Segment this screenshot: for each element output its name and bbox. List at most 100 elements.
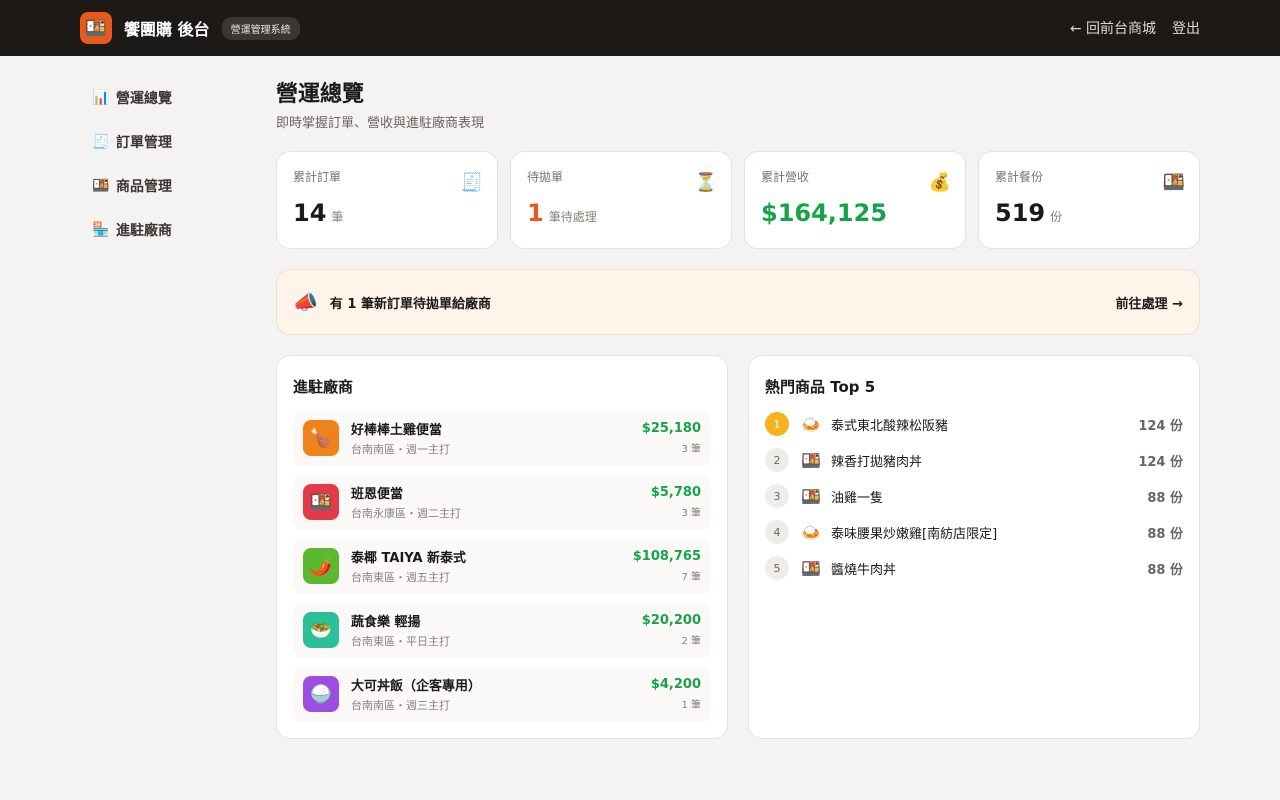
product-qty: 88 份	[1147, 526, 1183, 542]
store-icon: 🏪	[92, 222, 110, 238]
vendor-amount: $25,180	[641, 421, 701, 436]
bento-icon: 🍱	[801, 450, 821, 470]
list-item[interactable]: 5 🍱 醬燒牛肉丼 88 份	[765, 550, 1183, 586]
top-products-panel: 熱門商品 Top 5 1 🍛 泰式東北酸辣松阪豬 124 份 2 🍱 辣香打拋豬…	[748, 355, 1200, 739]
vendor-meta: 台南永康區・週二主打	[351, 507, 461, 520]
vendor-meta: 台南南區・週一主打	[351, 443, 450, 456]
list-item[interactable]: 3 🍱 油雞一隻 88 份	[765, 478, 1183, 514]
curry-icon: 🍛	[801, 522, 821, 542]
vendor-name: 好棒棒土雞便當	[351, 423, 443, 438]
rank-badge: 5	[765, 556, 789, 580]
stat-card-meals: 累計餐份 🍱 519 份	[978, 151, 1200, 249]
stat-unit: 份	[1050, 210, 1063, 224]
brand-name[interactable]: 饗團購 後台	[124, 16, 210, 40]
bento-icon: 🍱	[801, 486, 821, 506]
stat-card-revenue: 累計營收 💰 $164,125	[744, 151, 966, 249]
sidebar-item-vendors[interactable]: 🏪 進駐廠商	[80, 208, 250, 252]
sidebar-item-label: 訂單管理	[116, 135, 172, 151]
list-item[interactable]: 2 🍱 辣香打拋豬肉丼 124 份	[765, 442, 1183, 478]
stats-row: 累計訂單 🧾 14 筆 待拋單 ⏳ 1 筆待處理 累計營收 💰 $164,125	[276, 151, 1200, 249]
vendor-item[interactable]: 🍱 班恩便當 台南永康區・週二主打 $5,780 3 筆	[293, 474, 711, 530]
sidebar-item-label: 營運總覽	[116, 91, 172, 107]
stat-label: 累計訂單	[293, 170, 342, 184]
main-content: 營運總覽 即時掌握訂單、營收與進駐廠商表現 累計訂單 🧾 14 筆 待拋單 ⏳ …	[276, 80, 1200, 739]
list-item[interactable]: 1 🍛 泰式東北酸辣松阪豬 124 份	[765, 406, 1183, 442]
product-name: 泰式東北酸辣松阪豬	[831, 418, 949, 434]
stat-label: 待拋單	[527, 170, 564, 184]
vendor-amount: $108,765	[632, 549, 701, 564]
stat-label: 累計餐份	[995, 170, 1044, 184]
product-name: 辣香打拋豬肉丼	[831, 454, 923, 470]
bento-icon: 🍱	[1162, 172, 1185, 193]
vendor-amount: $5,780	[650, 485, 701, 500]
top-right-links: ← 回前台商城 登出	[1070, 18, 1200, 38]
vendor-order-count: 2 筆	[681, 636, 701, 647]
page-subtitle: 即時掌握訂單、營收與進駐廠商表現	[276, 116, 485, 131]
bento-icon: 🍱	[801, 558, 821, 578]
page-title: 營運總覽	[276, 82, 365, 107]
stat-card-pending: 待拋單 ⏳ 1 筆待處理	[510, 151, 732, 249]
stat-value: 519	[995, 199, 1046, 227]
sidebar-item-overview[interactable]: 📊 營運總覽	[80, 76, 250, 120]
logo-icon[interactable]: 🍱	[80, 12, 112, 44]
bento-icon: 🍱	[303, 484, 339, 520]
rice-bowl-icon: 🍚	[303, 676, 339, 712]
vendor-meta: 台南東區・平日主打	[351, 635, 450, 648]
stat-value: $164,125	[761, 199, 888, 227]
stat-value: 14	[293, 199, 327, 227]
chart-icon: 📊	[92, 90, 110, 106]
logout-link[interactable]: 登出	[1172, 18, 1200, 38]
vendor-item[interactable]: 🌶️ 泰椰 TAIYA 新泰式 台南東區・週五主打 $108,765 7 筆	[293, 538, 711, 594]
vendor-item[interactable]: 🍚 大可丼飯（企客專用） 台南南區・週三主打 $4,200 1 筆	[293, 666, 711, 722]
product-qty: 124 份	[1138, 418, 1183, 434]
vendor-order-count: 1 筆	[681, 700, 701, 711]
vendor-name: 班恩便當	[351, 487, 404, 502]
rank-badge: 3	[765, 484, 789, 508]
panel-title: 熱門商品 Top 5	[765, 378, 876, 396]
stat-label: 累計營收	[761, 170, 810, 184]
rank-badge: 1	[765, 412, 789, 436]
sidebar-item-orders[interactable]: 🧾 訂單管理	[80, 120, 250, 164]
bento-icon: 🍱	[92, 178, 110, 194]
top-products-list: 1 🍛 泰式東北酸辣松阪豬 124 份 2 🍱 辣香打拋豬肉丼 124 份 3 …	[765, 406, 1183, 586]
panel-title: 進駐廠商	[293, 378, 354, 396]
back-to-store-link[interactable]: ← 回前台商城	[1070, 18, 1156, 38]
vendor-item[interactable]: 🍗 好棒棒土雞便當 台南南區・週一主打 $25,180 3 筆	[293, 410, 711, 466]
stat-unit: 筆	[331, 210, 344, 224]
curry-icon: 🍛	[801, 414, 821, 434]
hourglass-icon: ⏳	[694, 172, 717, 193]
stat-value: 1	[527, 199, 544, 227]
vendors-panel: 進駐廠商 🍗 好棒棒土雞便當 台南南區・週一主打 $25,180 3 筆 🍱 班…	[276, 355, 728, 739]
go-process-link[interactable]: 前往處理 →	[1116, 293, 1183, 312]
pending-orders-alert: 📣 有 1 筆新訂單待拋單給廠商 前往處理 →	[276, 269, 1200, 335]
sidebar-item-label: 進駐廠商	[116, 223, 172, 239]
product-qty: 124 份	[1138, 454, 1183, 470]
vendor-name: 大可丼飯（企客專用）	[351, 679, 482, 694]
sidebar-item-label: 商品管理	[116, 179, 172, 195]
system-badge: 營運管理系統	[221, 16, 300, 40]
stat-unit: 筆待處理	[548, 210, 597, 224]
vendor-meta: 台南東區・週五主打	[351, 571, 450, 584]
vendor-name: 泰椰 TAIYA 新泰式	[351, 551, 467, 566]
receipt-icon: 🧾	[460, 172, 483, 193]
product-qty: 88 份	[1147, 490, 1183, 506]
sidebar-item-products[interactable]: 🍱 商品管理	[80, 164, 250, 208]
vendor-list: 🍗 好棒棒土雞便當 台南南區・週一主打 $25,180 3 筆 🍱 班恩便當 台…	[293, 410, 711, 722]
sidebar: 📊 營運總覽 🧾 訂單管理 🍱 商品管理 🏪 進駐廠商	[80, 76, 250, 252]
panels-row: 進駐廠商 🍗 好棒棒土雞便當 台南南區・週一主打 $25,180 3 筆 🍱 班…	[276, 355, 1200, 739]
drumstick-icon: 🍗	[303, 420, 339, 456]
receipt-icon: 🧾	[92, 134, 110, 150]
top-bar: 🍱 饗團購 後台 營運管理系統 ← 回前台商城 登出	[0, 0, 1280, 56]
product-name: 泰味腰果炒嫩雞[南紡店限定]	[831, 526, 998, 542]
product-name: 油雞一隻	[831, 490, 884, 506]
vendor-amount: $4,200	[650, 677, 701, 692]
chili-pepper-icon: 🌶️	[303, 548, 339, 584]
stat-card-total-orders: 累計訂單 🧾 14 筆	[276, 151, 498, 249]
megaphone-icon: 📣	[293, 290, 318, 314]
vendor-order-count: 3 筆	[681, 444, 701, 455]
vendor-order-count: 3 筆	[681, 508, 701, 519]
salad-icon: 🥗	[303, 612, 339, 648]
money-bag-icon: 💰	[928, 172, 951, 193]
list-item[interactable]: 4 🍛 泰味腰果炒嫩雞[南紡店限定] 88 份	[765, 514, 1183, 550]
vendor-item[interactable]: 🥗 蔬食樂 輕揚 台南東區・平日主打 $20,200 2 筆	[293, 602, 711, 658]
